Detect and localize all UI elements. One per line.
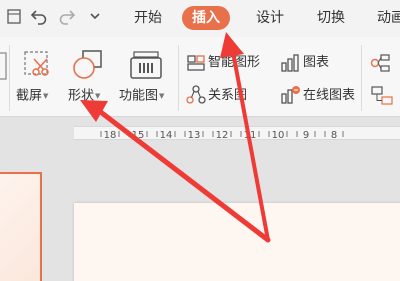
shapes-label: 形状 (68, 88, 95, 104)
mind-map-icon[interactable] (370, 53, 400, 77)
tab-transitions[interactable]: 切换 (313, 6, 349, 30)
function-chart-icon[interactable] (128, 50, 164, 84)
screenshot-icon[interactable] (23, 50, 53, 84)
ruler-tick-label: 13 (188, 130, 201, 141)
tab-insert[interactable]: 插入 (182, 6, 230, 30)
ruler-tick-label: 9 (303, 130, 309, 141)
online-chart-button[interactable]: 在线图表 (303, 88, 355, 104)
smart-graphic-button[interactable]: 智能图形 (208, 55, 260, 71)
undo-icon[interactable] (30, 7, 48, 30)
ruler-tick-label: 8 (331, 130, 337, 141)
function-chart-label: 功能图 (119, 88, 159, 104)
insert-ribbon: 截屏▼ 形状▼ 功能图▼ 智能图形 图表 关系图 在线图表 (0, 37, 400, 117)
tab-design[interactable]: 设计 (252, 6, 288, 30)
paste-icon[interactable] (0, 51, 8, 85)
redo-icon[interactable] (58, 7, 76, 30)
dropdown-caret-icon: ▼ (43, 92, 49, 100)
relationship-button[interactable]: 关系图 (208, 88, 247, 104)
ribbon-separator (9, 45, 10, 111)
ribbon-separator (361, 45, 362, 111)
ruler-tick-label: 15 (132, 130, 145, 141)
slide-canvas[interactable] (74, 203, 400, 281)
shapes-button[interactable]: 形状▼ (68, 88, 100, 105)
slide-thumbnail[interactable] (0, 172, 42, 281)
ruler-marks: 18 15 14 13 12 11 10 9 8 (100, 130, 344, 141)
dropdown-caret-icon: ▼ (159, 92, 165, 100)
ruler-tick-label: 11 (244, 130, 257, 141)
online-chart-icon[interactable] (280, 85, 302, 109)
screenshot-button[interactable]: 截屏▼ (16, 88, 48, 105)
screenshot-label: 截屏 (16, 88, 43, 104)
ribbon-separator (178, 45, 179, 111)
shapes-icon[interactable] (72, 49, 104, 85)
dropdown-caret-icon: ▼ (95, 92, 101, 100)
ruler-tick-label: 18 (104, 130, 117, 141)
ruler-tick-label: 10 (272, 130, 285, 141)
relationship-icon[interactable] (186, 85, 206, 109)
bar-chart-icon[interactable] (280, 54, 300, 76)
smart-graphic-icon[interactable] (186, 54, 206, 76)
chart-button[interactable]: 图表 (303, 55, 329, 71)
horizontal-ruler: 18 15 14 13 12 11 10 9 8 (74, 126, 400, 141)
chevron-down-icon[interactable] (88, 7, 102, 30)
ruler-tick-label: 14 (160, 130, 173, 141)
ribbon-tab-bar: 开始 插入 设计 切换 动画 (0, 0, 400, 37)
flowchart-icon[interactable] (370, 85, 400, 109)
tab-animations[interactable]: 动画 (373, 6, 400, 30)
function-chart-button[interactable]: 功能图▼ (119, 88, 164, 105)
app-menu-icon[interactable] (6, 7, 22, 30)
tab-home[interactable]: 开始 (130, 6, 166, 30)
ruler-tick-label: 12 (216, 130, 229, 141)
